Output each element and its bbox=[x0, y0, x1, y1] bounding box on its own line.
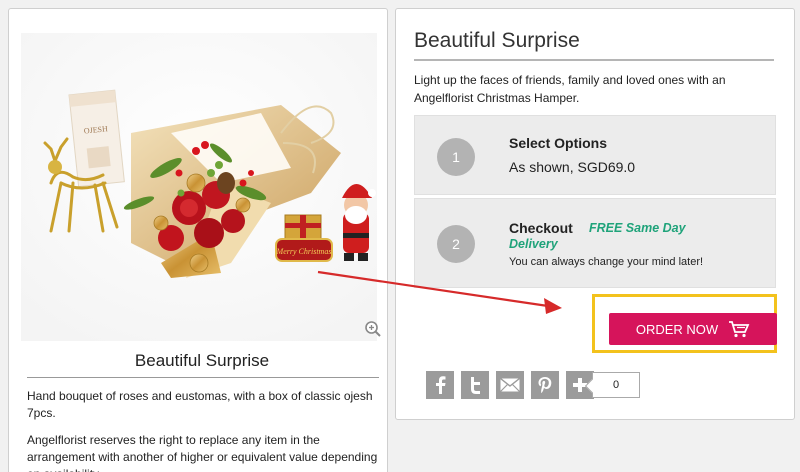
free-delivery-badge: FREE Same Day Delivery bbox=[509, 221, 686, 251]
share-count: 0 bbox=[592, 372, 640, 398]
page: OJESH Merry Christmas Beautiful Surprise… bbox=[0, 0, 800, 472]
share-bar bbox=[426, 371, 594, 399]
order-button-highlight: ORDER NOW bbox=[592, 294, 777, 353]
pinterest-icon[interactable] bbox=[531, 371, 559, 399]
step-checkout[interactable]: 2 Checkout FREE Same Day Delivery You ca… bbox=[414, 198, 776, 288]
order-panel-title: Beautiful Surprise bbox=[414, 29, 580, 52]
product-card: OJESH Merry Christmas Beautiful Surprise… bbox=[8, 8, 388, 472]
gift-box: OJESH bbox=[68, 89, 125, 188]
replacement-note: Angelflorist reserves the right to repla… bbox=[27, 433, 378, 472]
order-now-button[interactable]: ORDER NOW bbox=[609, 313, 777, 345]
email-icon[interactable] bbox=[496, 371, 524, 399]
order-panel: Beautiful Surprise Light up the faces of… bbox=[395, 8, 795, 420]
bouquet-illustration: OJESH Merry Christmas bbox=[21, 33, 377, 341]
order-now-label: ORDER NOW bbox=[635, 321, 719, 337]
selected-option-price: As shown, SGD69.0 bbox=[509, 159, 636, 175]
facebook-icon[interactable] bbox=[426, 371, 454, 399]
product-image[interactable]: OJESH Merry Christmas bbox=[21, 33, 377, 341]
shopping-cart-icon bbox=[729, 321, 750, 338]
zoom-icon[interactable] bbox=[364, 320, 382, 338]
order-panel-divider bbox=[414, 59, 774, 61]
svg-text:Merry Christmas: Merry Christmas bbox=[276, 247, 332, 256]
step-heading: Select Options bbox=[509, 135, 608, 151]
product-description: Hand bouquet of roses and eustomas, with… bbox=[27, 389, 373, 420]
gold-gift-box bbox=[284, 214, 322, 240]
merry-christmas-sign: Merry Christmas bbox=[275, 238, 333, 262]
checkout-note: You can always change your mind later! bbox=[509, 256, 704, 268]
step-select-options[interactable]: 1 Select Options As shown, SGD69.0 bbox=[414, 115, 776, 195]
step-number: 1 bbox=[437, 138, 475, 176]
title-divider bbox=[27, 377, 379, 378]
intro-text: Light up the faces of friends, family an… bbox=[414, 73, 726, 105]
twitter-icon[interactable] bbox=[461, 371, 489, 399]
product-title: Beautiful Surprise bbox=[134, 351, 270, 370]
step-number: 2 bbox=[437, 225, 475, 263]
